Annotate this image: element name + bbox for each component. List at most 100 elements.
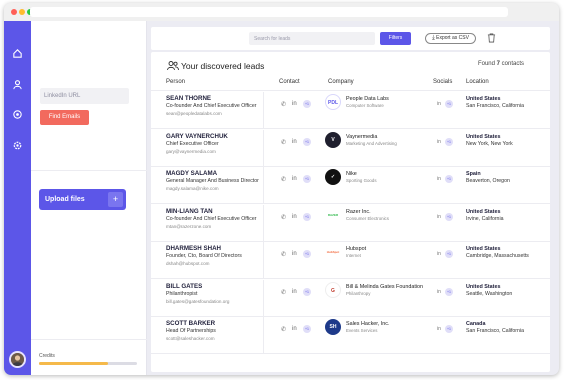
phone-icon[interactable]: ✆ [281,176,286,183]
company-name[interactable]: Bill & Melinda Gates Foundation [346,284,423,290]
phone-icon[interactable]: ✆ [281,214,286,221]
person-email[interactable]: magdy.salama@nike.com [166,186,219,191]
company-name[interactable]: Vaynermedia [346,134,377,140]
location-country: United States [466,208,501,215]
person-name[interactable]: SEAN THORNE [166,95,211,102]
linkedin-icon[interactable]: in [292,176,297,182]
divider [263,92,264,128]
person-email[interactable]: sean@peopledatalabs.com [166,111,222,116]
avatar[interactable] [9,351,26,368]
column-header-company[interactable]: Company [328,79,354,85]
linkedin-icon[interactable]: in [292,214,297,220]
find-emails-button[interactable]: Find Emails [40,110,89,125]
minimize-window-dot[interactable] [19,9,25,15]
contact-more-badge[interactable]: +1 [303,250,311,258]
person-email[interactable]: scott@saleshacker.com [166,336,215,341]
socials-more-badge[interactable]: +1 [445,250,453,258]
company-logo: HubSpot [325,244,341,260]
divider [31,170,147,171]
linkedin-icon[interactable]: in [437,251,441,257]
linkedin-icon[interactable]: in [437,176,441,182]
socials-more-badge[interactable]: +1 [445,287,453,296]
table-row[interactable]: MAGDY SALAMA General Manager And Busines… [151,167,550,204]
column-header-location[interactable]: Location [466,79,489,85]
company-name[interactable]: Hubspot [346,246,366,252]
found-count: Found 7 contacts [478,61,524,67]
person-email[interactable]: gary@vaynermedia.com [166,149,216,154]
linkedin-icon[interactable]: in [292,251,297,257]
linkedin-icon[interactable]: in [292,289,297,295]
company-name[interactable]: Razer Inc. [346,209,371,215]
export-csv-button[interactable]: ⤓ Export as CSV [425,33,476,44]
page-title: Your discovered leads [181,61,265,71]
person-name[interactable]: MIN-LIANG TAN [166,208,213,215]
contact-more-badge[interactable]: +1 [303,325,311,333]
phone-icon[interactable]: ✆ [281,289,286,296]
table-row[interactable]: MIN-LIANG TAN Co-founder And Chief Execu… [151,204,550,242]
contact-more-badge[interactable]: +1 [303,287,311,296]
address-bar[interactable] [30,7,508,17]
location-city: San Francisco, California [466,328,524,334]
phone-icon[interactable]: ✆ [281,101,286,108]
users-icon [167,61,179,71]
divider [263,242,264,278]
company-name[interactable]: Nike [346,171,357,177]
linkedin-icon[interactable]: in [292,326,297,332]
phone-icon[interactable]: ✆ [281,251,286,258]
phone-icon[interactable]: ✆ [281,139,286,146]
linkedin-icon[interactable]: in [437,139,441,145]
company-logo: PDL [325,94,341,110]
table-row[interactable]: SEAN THORNE Co-founder And Chief Executi… [151,92,550,129]
socials-more-badge[interactable]: +1 [445,137,453,146]
socials-more-badge[interactable]: +1 [445,100,453,108]
linkedin-icon[interactable]: in [292,101,297,107]
person-email[interactable]: mtan@razerzone.com [166,224,211,229]
socials-more-badge[interactable]: +1 [445,175,453,183]
linkedin-url-input[interactable]: LinkedIn URL [40,88,129,104]
person-name[interactable]: GARY VAYNERCHUK [166,133,228,140]
gear-icon[interactable] [12,140,23,151]
table-row[interactable]: DHARMESH SHAH Founder, Cto, Board Of Dir… [151,242,550,279]
search-input[interactable]: Search for leads [249,32,375,45]
company-name[interactable]: Sales Hacker, Inc. [346,321,389,327]
socials-more-badge[interactable]: +1 [445,325,453,333]
table-row[interactable]: SCOTT BARKER Head Of Partnerships scott@… [151,317,550,354]
sidebar: LinkedIn URL Find Emails Upload files + … [31,21,147,375]
icon-rail [4,21,31,375]
linkedin-icon[interactable]: in [437,326,441,332]
contact-more-badge[interactable]: +1 [303,175,311,183]
person-name[interactable]: MAGDY SALAMA [166,170,217,177]
company-name[interactable]: People Data Labs [346,96,389,102]
column-header-socials[interactable]: Socials [433,79,452,85]
linkedin-icon[interactable]: in [437,289,441,295]
column-header-person[interactable]: Person [166,79,185,85]
plus-icon[interactable]: + [108,192,123,207]
table-row[interactable]: GARY VAYNERCHUK Chief Executive Officer … [151,129,550,167]
socials-more-badge[interactable]: +1 [445,212,453,221]
person-name[interactable]: BILL GATES [166,283,202,290]
filters-button[interactable]: Filters [380,32,411,45]
person-email[interactable]: bill.gates@gatesfoundation.org [166,299,229,304]
phone-icon[interactable]: ✆ [281,326,286,333]
home-icon[interactable] [12,48,23,59]
column-header-contact[interactable]: Contact [279,79,300,85]
company-industry: Events Services [346,328,378,333]
close-window-dot[interactable] [11,9,17,15]
person-title: Chief Executive Officer [166,140,219,147]
contact-more-badge[interactable]: +1 [303,137,311,146]
linkedin-icon[interactable]: in [437,101,441,107]
settings-icon[interactable] [12,109,23,120]
person-name[interactable]: DHARMESH SHAH [166,245,221,252]
contact-more-badge[interactable]: +1 [303,100,311,108]
table-row[interactable]: BILL GATES Philanthropist bill.gates@gat… [151,279,550,317]
linkedin-icon[interactable]: in [437,214,441,220]
person-email[interactable]: dshah@hubspot.com [166,261,209,266]
contact-more-badge[interactable]: +1 [303,212,311,221]
person-name[interactable]: SCOTT BARKER [166,320,215,327]
user-icon[interactable] [12,79,23,90]
divider [263,317,264,353]
linkedin-icon[interactable]: in [292,139,297,145]
found-prefix: Found [477,61,497,67]
upload-files-button[interactable]: Upload files + [39,189,126,210]
trash-icon[interactable] [487,33,496,43]
